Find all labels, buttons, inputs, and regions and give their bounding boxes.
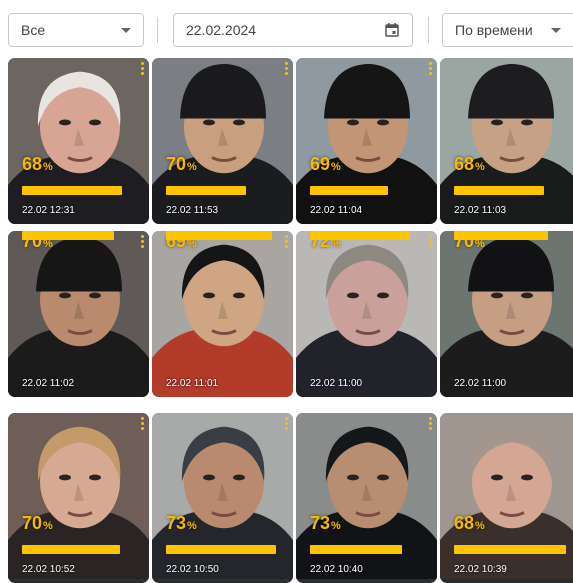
name-redaction-bar	[454, 545, 566, 554]
match-card[interactable]: 72% 22.02 11:00	[296, 231, 437, 397]
capture-time: 22.02 11:01	[166, 378, 219, 389]
match-percent: 68%	[454, 513, 485, 534]
match-card[interactable]: 70% 22.02 11:53	[152, 58, 293, 224]
percent-sign: %	[475, 520, 485, 532]
more-vertical-icon[interactable]	[285, 62, 289, 77]
face-photo	[152, 231, 293, 397]
face-photo	[296, 58, 437, 224]
percent-sign: %	[475, 161, 485, 173]
match-percent-value: 69	[310, 154, 331, 174]
name-redaction-bar	[310, 545, 402, 554]
chevron-down-icon	[121, 27, 131, 33]
face-photo	[152, 413, 293, 579]
sort-select-value: По времени	[455, 22, 533, 38]
match-card[interactable]: 68% 22.02 12:31	[8, 58, 149, 224]
more-vertical-icon[interactable]	[285, 235, 289, 250]
capture-time: 22.02 11:02	[22, 378, 75, 389]
match-percent-value: 73	[166, 513, 187, 533]
match-card[interactable]: 68% 22.02 11:03	[440, 58, 573, 224]
match-card[interactable]: 73% 22.02 10:40	[296, 413, 437, 583]
divider	[157, 17, 158, 43]
date-field-value: 22.02.2024	[186, 22, 257, 38]
capture-time: 22.02 11:00	[310, 378, 363, 389]
face-photo	[440, 58, 573, 224]
more-vertical-icon[interactable]	[141, 62, 145, 77]
name-redaction-bar	[22, 231, 114, 240]
percent-sign: %	[43, 520, 53, 532]
capture-time: 22.02 11:00	[454, 378, 507, 389]
match-card[interactable]: 69% 22.02 11:01	[152, 231, 293, 397]
match-percent: 70%	[166, 154, 197, 175]
name-redaction-bar	[454, 186, 544, 195]
match-card[interactable]: 73% 22.02 10:50	[152, 413, 293, 583]
percent-sign: %	[187, 161, 197, 173]
percent-sign: %	[187, 520, 197, 532]
name-redaction-bar	[166, 186, 246, 195]
name-redaction-bar	[310, 186, 388, 195]
face-photo	[296, 231, 437, 397]
capture-time: 22.02 12:31	[22, 205, 75, 216]
more-vertical-icon[interactable]	[141, 235, 145, 250]
divider	[428, 17, 429, 43]
toolbar: Все 22.02.2024 По времени	[0, 0, 573, 58]
more-vertical-icon[interactable]	[285, 417, 289, 432]
match-percent: 70%	[22, 513, 53, 534]
sort-select[interactable]: По времени	[442, 13, 573, 47]
match-card[interactable]: 70% 22.02 10:52	[8, 413, 149, 583]
percent-sign: %	[331, 161, 341, 173]
capture-time: 22.02 10:40	[310, 564, 363, 575]
capture-time: 22.02 10:52	[22, 564, 75, 575]
match-percent-value: 73	[310, 513, 331, 533]
percent-sign: %	[331, 520, 341, 532]
face-photo	[152, 58, 293, 224]
match-card[interactable]: 70% 22.02 11:00	[440, 231, 573, 397]
match-percent: 68%	[22, 154, 53, 175]
date-field[interactable]: 22.02.2024	[173, 13, 413, 47]
capture-time: 22.02 10:39	[454, 564, 507, 575]
face-photo	[8, 413, 149, 579]
face-photo	[8, 231, 149, 397]
name-redaction-bar	[454, 231, 548, 240]
calendar-icon[interactable]	[384, 22, 400, 38]
match-percent-value: 70	[22, 513, 43, 533]
filter-select-value: Все	[21, 22, 46, 38]
match-percent: 73%	[166, 513, 197, 534]
capture-time: 22.02 10:50	[166, 564, 219, 575]
face-photo	[296, 413, 437, 579]
match-percent: 69%	[310, 154, 341, 175]
name-redaction-bar	[166, 545, 276, 554]
match-percent-value: 70	[166, 154, 187, 174]
match-percent: 73%	[310, 513, 341, 534]
match-percent-value: 68	[454, 154, 475, 174]
name-redaction-bar	[166, 231, 272, 240]
more-vertical-icon[interactable]	[429, 235, 433, 250]
face-photo	[8, 58, 149, 224]
match-percent-value: 68	[454, 513, 475, 533]
capture-time: 22.02 11:53	[166, 205, 219, 216]
match-card[interactable]: 69% 22.02 11:04	[296, 58, 437, 224]
match-percent: 68%	[454, 154, 485, 175]
more-vertical-icon[interactable]	[429, 417, 433, 432]
capture-time: 22.02 11:04	[310, 205, 363, 216]
more-vertical-icon[interactable]	[429, 62, 433, 77]
more-vertical-icon[interactable]	[141, 417, 145, 432]
name-redaction-bar	[22, 545, 120, 554]
match-percent-value: 68	[22, 154, 43, 174]
face-photo	[440, 413, 573, 579]
capture-time: 22.02 11:03	[454, 205, 507, 216]
percent-sign: %	[43, 161, 53, 173]
chevron-down-icon	[551, 27, 561, 33]
match-card[interactable]: 70% 22.02 11:02	[8, 231, 149, 397]
filter-select[interactable]: Все	[8, 13, 144, 47]
face-photo	[440, 231, 573, 397]
name-redaction-bar	[310, 231, 410, 240]
match-card[interactable]: 68% 22.02 10:39	[440, 413, 573, 583]
name-redaction-bar	[22, 186, 122, 195]
